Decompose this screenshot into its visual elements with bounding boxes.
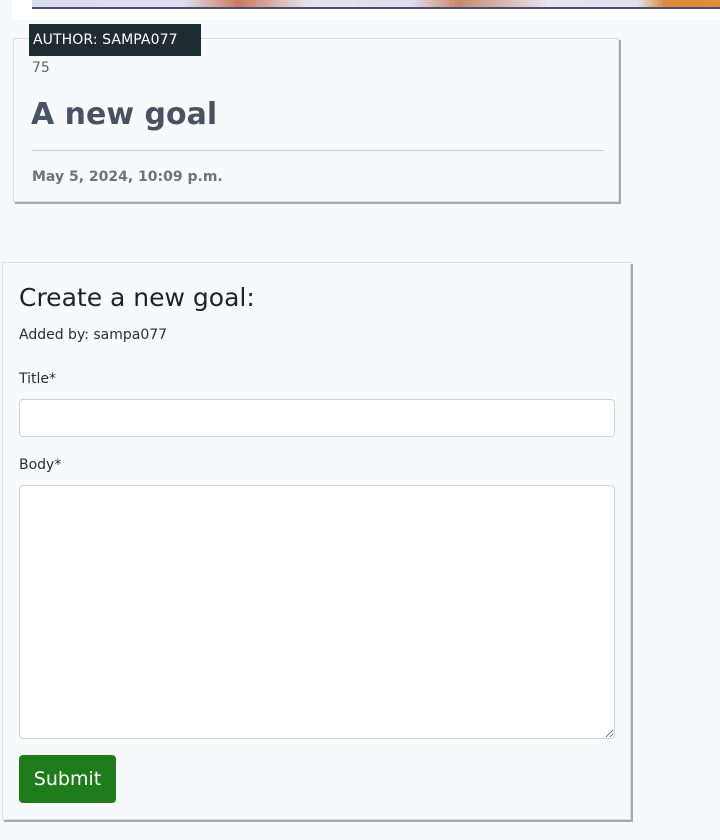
create-goal-form: Create a new goal: Added by: sampa077 Ti… (2, 262, 631, 820)
title-input[interactable] (19, 399, 615, 437)
header-image-art (32, 0, 720, 9)
goal-card: 75 A new goal May 5, 2024, 10:09 p.m. (13, 38, 619, 202)
form-heading: Create a new goal: (19, 283, 255, 312)
goal-divider (32, 150, 604, 151)
added-by-text: Added by: sampa077 (19, 327, 168, 343)
body-label: Body* (19, 457, 62, 473)
goal-date: May 5, 2024, 10:09 p.m. (32, 169, 223, 185)
author-badge: AUTHOR: SAMPA077 (29, 24, 201, 56)
goal-id: 75 (32, 60, 50, 76)
body-textarea[interactable] (19, 485, 615, 739)
title-label: Title* (19, 371, 57, 387)
goal-header-image (12, 0, 720, 20)
submit-button[interactable]: Submit (19, 755, 116, 803)
goal-title[interactable]: A new goal (31, 97, 217, 132)
